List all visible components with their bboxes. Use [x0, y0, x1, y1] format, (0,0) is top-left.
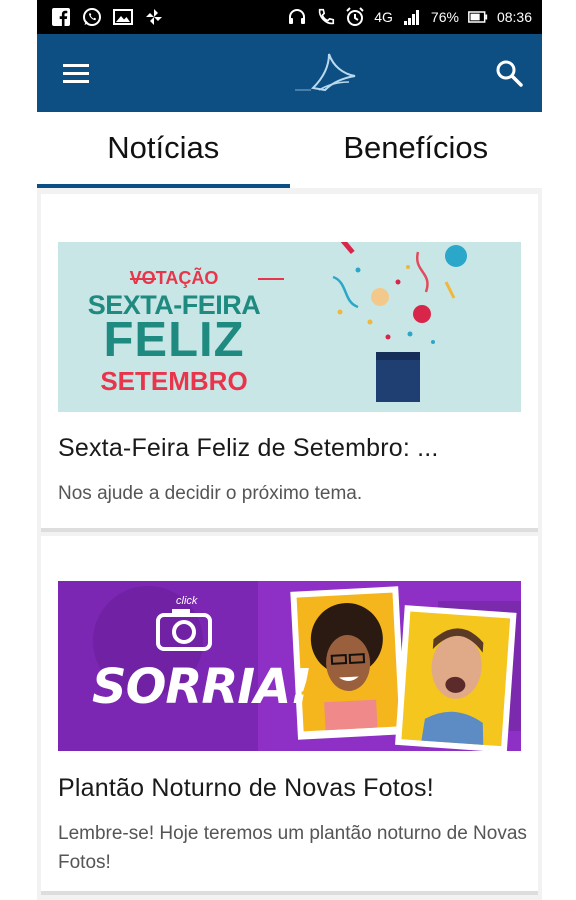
search-icon[interactable]	[494, 58, 524, 88]
facebook-icon	[51, 7, 71, 27]
app-bar	[37, 34, 542, 112]
network-type: 4G	[374, 9, 393, 25]
gallery-icon	[113, 7, 133, 27]
news-banner-image: click SORRIA!	[58, 581, 521, 751]
banner-line3: SETEMBRO	[100, 366, 248, 396]
news-title[interactable]: Sexta-Feira Feliz de Setembro: ...	[58, 434, 439, 463]
tab-noticias[interactable]: Notícias	[37, 112, 290, 188]
news-subtitle: Nos ajude a decidir o próximo tema.	[58, 483, 363, 504]
pinwheel-icon	[144, 7, 164, 27]
banner-line2: FELIZ	[103, 313, 245, 367]
status-bar: 4G 76% 08:36	[37, 0, 542, 34]
whatsapp-icon	[82, 7, 102, 27]
banner-vote-tag: VOTAÇÃO	[129, 268, 219, 288]
headset-icon	[287, 7, 307, 27]
alarm-icon	[345, 7, 365, 27]
battery-level: 76%	[430, 9, 459, 25]
signal-icon	[402, 7, 422, 27]
menu-icon[interactable]	[63, 58, 95, 88]
clock: 08:36	[496, 9, 532, 25]
camera-icon	[154, 605, 214, 653]
tab-beneficios[interactable]: Benefícios	[290, 112, 543, 188]
news-card[interactable]: VOTAÇÃO SEXTA-FEIRA FELIZ SETEMBRO Sexta…	[41, 194, 538, 532]
call-icon	[316, 7, 336, 27]
news-title[interactable]: Plantão Noturno de Novas Fotos!	[58, 774, 434, 803]
tab-bar: Notícias Benefícios	[37, 112, 542, 188]
app-screen: 4G 76% 08:36 Notícias Benefícios VOTAÇÃO…	[37, 0, 542, 900]
news-card[interactable]: click SORRIA! Plantão Noturno de Novas F…	[41, 536, 538, 895]
bird-logo-icon	[289, 48, 361, 98]
banner-click-text: click	[176, 595, 198, 607]
news-subtitle: Lembre-se! Hoje teremos um plantão notur…	[58, 823, 527, 873]
battery-icon	[468, 7, 488, 27]
news-banner-image: VOTAÇÃO SEXTA-FEIRA FELIZ SETEMBRO	[58, 242, 521, 412]
banner-headline: SORRIA!	[92, 659, 312, 715]
